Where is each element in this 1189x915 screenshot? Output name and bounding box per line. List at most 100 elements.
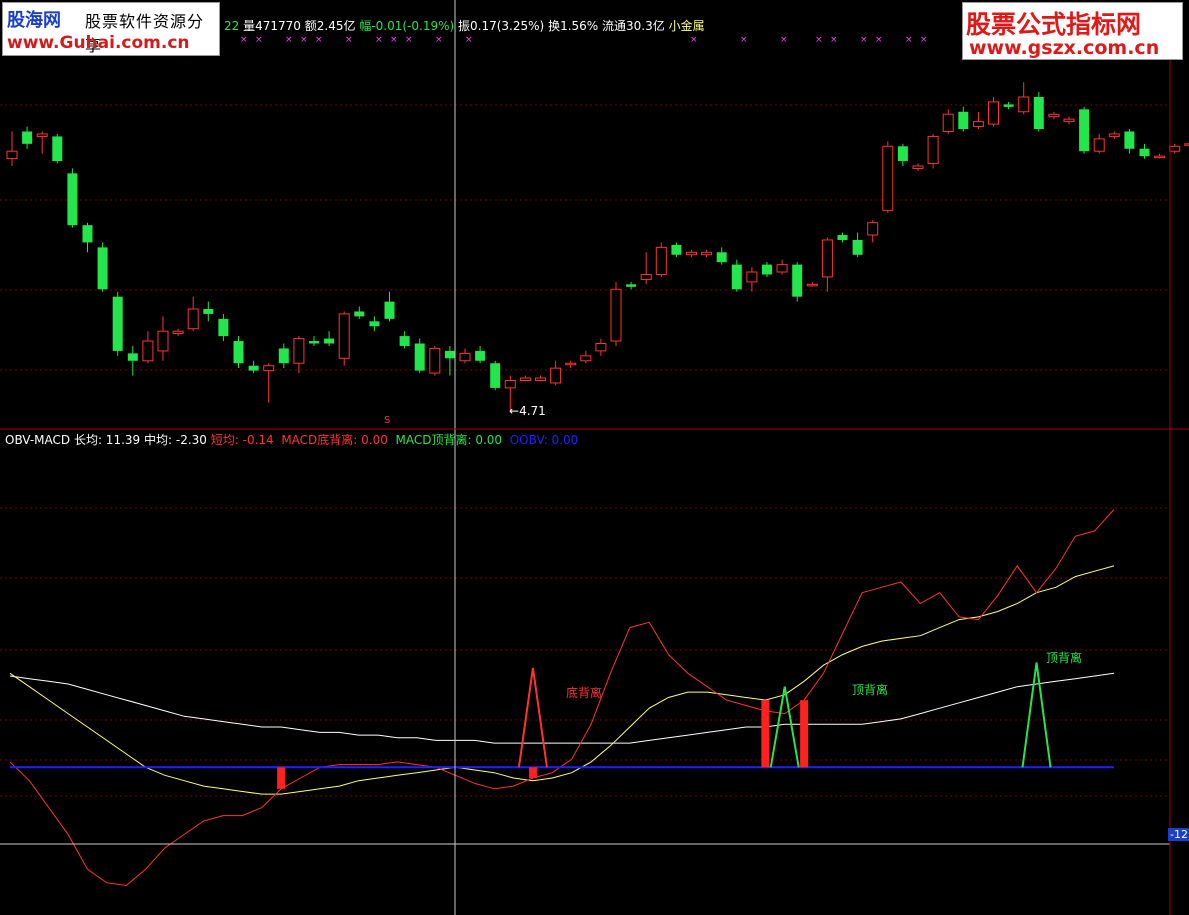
candle-body-1 [22,131,33,144]
candle-body-44 [671,244,682,255]
candle-body-60 [912,165,924,169]
candle-body-52 [792,264,803,297]
candle-body-51 [776,264,788,273]
logo-gszx: 股票公式指标网 www.gszx.com.cn [962,2,1183,60]
candle-body-30 [459,352,471,362]
magenta-marker-1: × [255,35,263,45]
magenta-marker-7: × [390,35,398,45]
magenta-marker-19: × [920,35,928,45]
magenta-marker-5: × [345,35,353,45]
indicator-lines [9,509,1115,887]
candle-body-58 [882,145,894,211]
candle-body-3 [52,136,63,162]
candle-body-68 [1033,96,1044,130]
logo-gszx-url: www.gszx.com.cn [969,37,1160,59]
logo-guhai: 股海网 股票软件资源分享 www.Guhai.com.cn [2,2,220,56]
candle-body-50 [762,264,772,275]
candle-body-23 [354,311,365,317]
top-div-peak-0 [769,686,800,768]
candle-body-0 [6,150,18,160]
candle-body-33 [504,379,516,389]
candle-body-10 [157,330,169,352]
info-amplitude: 振0.17(3.25%) [458,19,545,33]
candle-body-74 [1124,131,1135,149]
candle-body-21 [324,338,335,344]
candle-body-37 [565,362,577,366]
logo-guhai-url: www.Guhai.com.cn [7,33,190,53]
signal-bar-3 [800,700,809,768]
candle-body-4 [67,173,78,226]
candle-body-62 [942,113,954,132]
candle-body-22 [338,313,350,359]
candle-body-39 [595,343,607,352]
info-prefix: 22 [224,19,240,33]
magenta-marker-10: × [465,35,473,45]
candle-body-70 [1063,118,1075,123]
candle-body-25 [384,301,395,319]
candle-body-13 [203,308,214,314]
candle-body-45 [686,251,697,256]
candle-body-72 [1093,138,1105,152]
candle-body-15 [233,341,244,364]
info-volume: 量471770 [243,19,301,33]
info-change: 幅-0.01(-0.19%) [359,19,455,33]
candle-body-46 [701,251,713,256]
top-div-peak-1 [1021,662,1052,768]
candle-body-78 [1184,143,1189,146]
candle-body-47 [716,252,727,263]
magenta-marker-9: × [435,35,443,45]
info-turnover: 换1.56% [548,19,599,33]
candle-body-42 [640,273,652,280]
candle-body-69 [1048,113,1060,118]
candle-body-76 [1154,155,1166,159]
series-line-2 [9,509,1115,887]
candle-body-59 [897,146,908,162]
candle-body-34 [519,377,531,381]
candle-body-18 [278,348,289,364]
magenta-marker-2: × [285,35,293,45]
candle-body-54 [821,239,833,278]
candle-body-29 [444,350,455,359]
candle-body-49 [746,271,758,283]
candle-body-14 [218,318,229,337]
magenta-marker-12: × [740,35,748,45]
logo-guhai-title: 股海网 [7,10,61,31]
candle-body-43 [655,246,667,275]
candle-body-26 [399,336,410,346]
candle-body-55 [837,235,848,240]
candle-body-48 [731,264,742,290]
series-line-0 [9,672,1115,744]
candle-body-77 [1169,145,1181,152]
magenta-marker-11: × [690,35,698,45]
candle-body-66 [1003,104,1014,107]
indicator-obv: OOBV: 0.00 [509,433,579,447]
candle-body-17 [263,365,275,372]
magenta-marker-4: × [315,35,323,45]
indicator-mid: 中均: -2.30 [144,433,207,447]
chart-canvas[interactable]: × × × × × × × × × × × × × × × × × × × × [0,0,1189,915]
info-amount: 额2.45亿 [304,19,356,33]
magenta-marker-15: × [830,35,838,45]
indicator-long: 长均: 11.39 [73,433,141,447]
indicator-name: OBV-MACD [5,433,71,447]
magenta-marker-14: × [815,35,823,45]
candle-body-5 [82,225,93,243]
candle-body-35 [535,377,546,381]
sell-marker: S [384,415,391,426]
axis-tag: -12 [1168,828,1189,841]
candle-body-12 [187,308,199,330]
grid-lines: × × × × × × × × × × × × × × × × × × × × [0,35,1170,797]
candle-body-24 [369,321,380,327]
candle-body-36 [550,367,562,384]
candle-body-19 [293,338,305,364]
low-price-label: ←4.71 [509,404,546,418]
signal-bar-2 [761,700,770,768]
candle-body-65 [988,101,999,125]
candle-body-41 [626,284,637,287]
candle-body-57 [867,222,879,236]
magenta-marker-3: × [300,35,308,45]
candlestick-series [6,82,1189,411]
candle-body-64 [972,121,984,128]
candle-body-71 [1079,109,1090,152]
candle-body-53 [806,283,818,287]
